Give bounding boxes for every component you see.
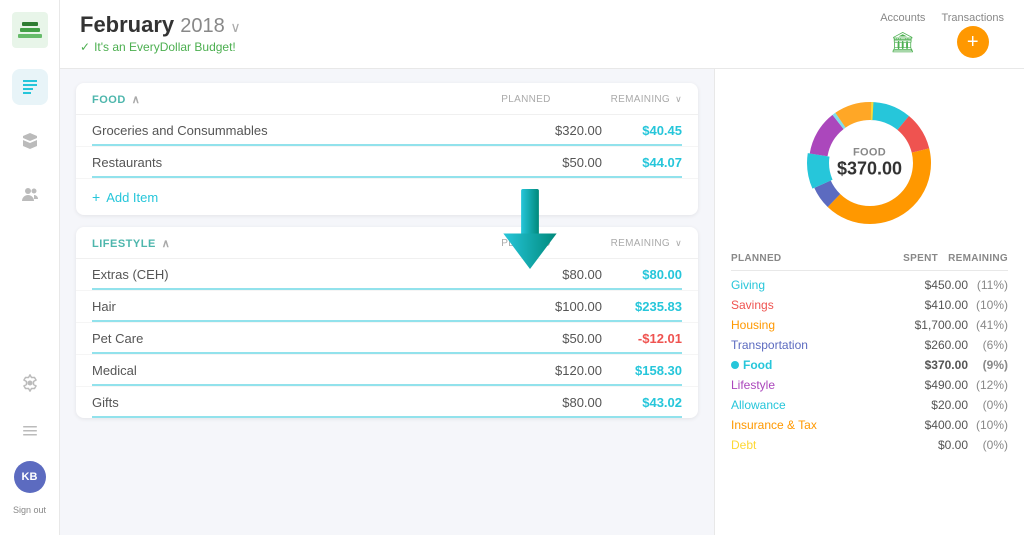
main: February 2018 ∨ ✓ It's an EveryDollar Bu… <box>60 0 1024 535</box>
sign-out-label[interactable]: Sign out <box>13 505 46 515</box>
lifestyle-row-4[interactable]: Medical $120.00 $158.30 <box>76 355 698 387</box>
donut-wrapper: FOOD $370.00 <box>800 93 940 233</box>
lifestyle-header: LIFESTYLE ∧ PLANNED REMAINING ∨ <box>76 227 698 259</box>
food-dot <box>731 361 739 369</box>
sidebar-item-box[interactable] <box>12 123 48 159</box>
subtitle: ✓ It's an EveryDollar Budget! <box>80 40 241 54</box>
header-right: Accounts 🏛 Transactions + <box>880 12 1004 58</box>
lifestyle-category: LIFESTYLE ∧ <box>92 237 170 250</box>
row-underline <box>92 144 682 146</box>
lifestyle-row-5[interactable]: Gifts $80.00 $43.02 <box>76 387 698 418</box>
add-item-row[interactable]: + Add Item <box>76 179 698 215</box>
food-row-1[interactable]: Groceries and Consummables $320.00 $40.4… <box>76 115 698 147</box>
summary-row-housing[interactable]: Housing $1,700.00 (41%) <box>731 315 1008 335</box>
summary-row-lifestyle[interactable]: Lifestyle $490.00 (12%) <box>731 375 1008 395</box>
summary-table: PLANNED SPENT REMAINING Giving $450.00 (… <box>731 253 1008 455</box>
chevron-down-icon: ∨ <box>230 19 240 35</box>
add-icon[interactable]: + <box>957 26 989 58</box>
summary-row-insurance[interactable]: Insurance & Tax $400.00 (10%) <box>731 415 1008 435</box>
sidebar-item-settings[interactable] <box>12 365 48 401</box>
row-underline <box>92 288 682 290</box>
check-icon: ✓ <box>80 40 90 54</box>
remaining-chevron-icon: ∨ <box>675 94 682 104</box>
right-panel: FOOD $370.00 PLANNED SPENT REMAINING Giv… <box>714 69 1024 535</box>
row-underline <box>92 384 682 386</box>
transactions-nav[interactable]: Transactions + <box>941 12 1004 58</box>
accounts-nav[interactable]: Accounts 🏛 <box>880 12 925 58</box>
food-section: FOOD ∧ PLANNED REMAINING ∨ Groceries and… <box>76 83 698 215</box>
summary-row-giving[interactable]: Giving $450.00 (11%) <box>731 275 1008 295</box>
row-underline <box>92 416 682 418</box>
lifestyle-section: LIFESTYLE ∧ PLANNED REMAINING ∨ Extras (… <box>76 227 698 418</box>
food-row-2[interactable]: Restaurants $50.00 $44.07 <box>76 147 698 179</box>
sidebar-item-people[interactable] <box>12 177 48 213</box>
sidebar: KB Sign out <box>0 0 60 535</box>
logo[interactable] <box>12 12 48 53</box>
remaining-chevron-icon: ∨ <box>675 238 682 248</box>
sidebar-item-gear[interactable] <box>12 413 48 449</box>
page-title: February 2018 ∨ <box>80 12 241 38</box>
year-chevron[interactable]: 2018 ∨ <box>180 15 240 37</box>
sidebar-bottom: KB Sign out <box>12 365 48 515</box>
lifestyle-col-headers: PLANNED REMAINING ∨ <box>501 238 682 249</box>
food-header: FOOD ∧ PLANNED REMAINING ∨ <box>76 83 698 115</box>
lifestyle-row-1[interactable]: Extras (CEH) $80.00 $80.00 <box>76 259 698 291</box>
bank-icon: 🏛 <box>887 26 919 58</box>
summary-row-savings[interactable]: Savings $410.00 (10%) <box>731 295 1008 315</box>
collapse-icon[interactable]: ∧ <box>132 93 141 106</box>
summary-row-debt[interactable]: Debt $0.00 (0%) <box>731 435 1008 455</box>
row-underline <box>92 352 682 354</box>
row-underline <box>92 176 682 178</box>
summary-row-allowance[interactable]: Allowance $20.00 (0%) <box>731 395 1008 415</box>
summary-row-food[interactable]: Food $370.00 (9%) <box>731 355 1008 375</box>
lifestyle-row-3[interactable]: Pet Care $50.00 -$12.01 <box>76 323 698 355</box>
food-category: FOOD ∧ <box>92 93 140 106</box>
donut-chart: FOOD $370.00 <box>731 85 1008 241</box>
plus-icon: + <box>92 189 100 205</box>
header-left: February 2018 ∨ ✓ It's an EveryDollar Bu… <box>80 12 241 54</box>
collapse-icon[interactable]: ∧ <box>162 237 171 250</box>
row-underline <box>92 320 682 322</box>
avatar[interactable]: KB <box>14 461 46 493</box>
summary-row-transport[interactable]: Transportation $260.00 (6%) <box>731 335 1008 355</box>
header: February 2018 ∨ ✓ It's an EveryDollar Bu… <box>60 0 1024 69</box>
food-col-headers: PLANNED REMAINING ∨ <box>501 94 682 105</box>
content: FOOD ∧ PLANNED REMAINING ∨ Groceries and… <box>60 69 1024 535</box>
sidebar-nav <box>12 69 48 365</box>
lifestyle-row-2[interactable]: Hair $100.00 $235.83 <box>76 291 698 323</box>
donut-label: FOOD $370.00 <box>837 147 902 180</box>
summary-header: PLANNED SPENT REMAINING <box>731 253 1008 271</box>
sidebar-item-budget[interactable] <box>12 69 48 105</box>
budget-area: FOOD ∧ PLANNED REMAINING ∨ Groceries and… <box>60 69 714 535</box>
